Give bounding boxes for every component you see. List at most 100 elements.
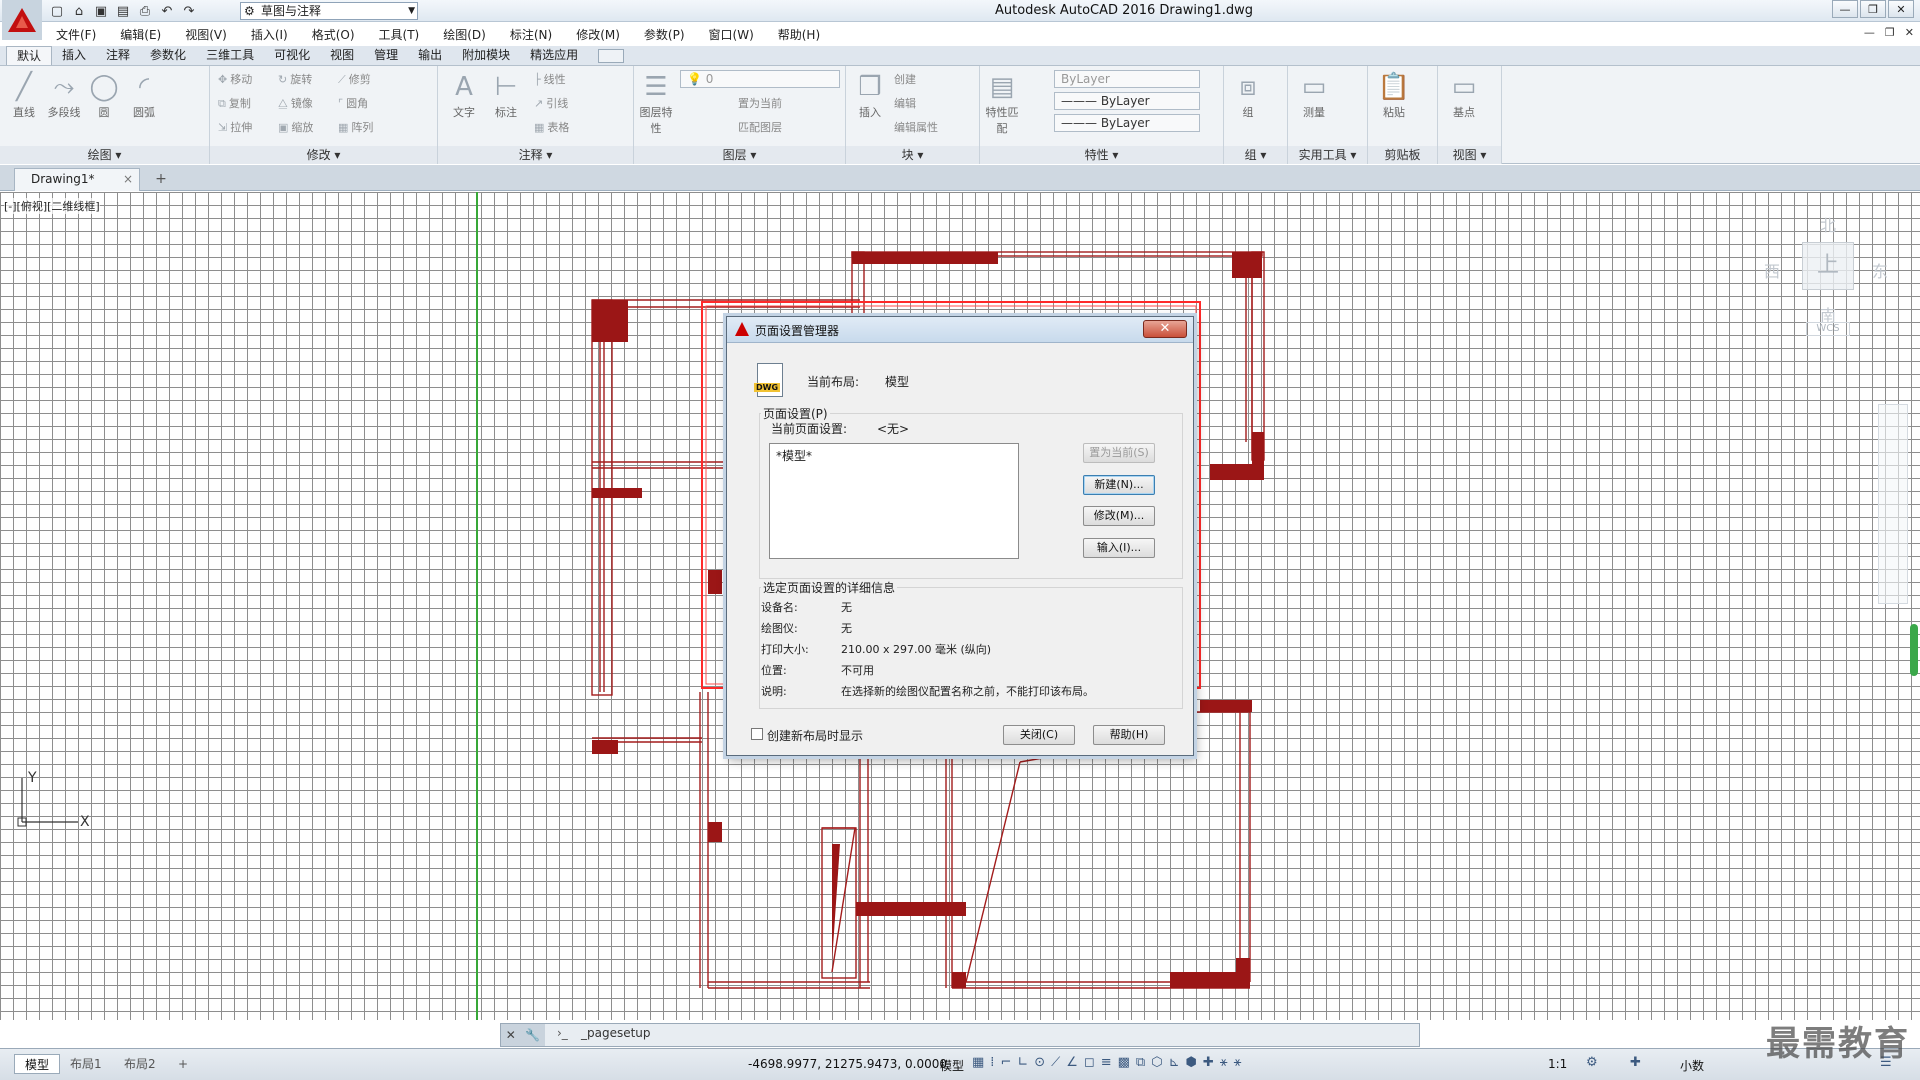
doc-close-icon[interactable]: ✕ xyxy=(1905,26,1914,39)
viewcube-face[interactable]: 上 xyxy=(1802,242,1854,290)
close-button[interactable]: 关闭(C) xyxy=(1003,725,1075,745)
paste-tool[interactable]: 📋 粘贴 xyxy=(1374,70,1414,120)
panel-groups-title[interactable]: 组 ▾ xyxy=(1224,146,1287,164)
units-dropdown[interactable]: 小数 xyxy=(1680,1057,1704,1074)
tab-addins[interactable]: 附加模块 xyxy=(452,46,520,65)
help-button[interactable]: 帮助(H) xyxy=(1093,725,1165,745)
menu-file[interactable]: 文件(F) xyxy=(44,26,108,43)
group-tool[interactable]: ⧈ 组 xyxy=(1228,70,1268,120)
leader-tool[interactable]: ↗ 引线 xyxy=(534,94,568,114)
add-layout-button[interactable]: + xyxy=(168,1054,198,1074)
set-current-button[interactable]: 置为当前(S) xyxy=(1083,443,1155,463)
selection-filter-icon[interactable]: ⬢ xyxy=(1185,1055,1196,1070)
grid-icon[interactable]: ▦ xyxy=(972,1055,984,1070)
menu-insert[interactable]: 插入(I) xyxy=(239,26,300,43)
layer-properties-tool[interactable]: ☰ 图层特性 xyxy=(636,70,676,136)
tab-manage[interactable]: 管理 xyxy=(364,46,408,65)
menu-draw[interactable]: 绘图(D) xyxy=(431,26,498,43)
model-space-toggle[interactable]: 模型 xyxy=(940,1057,964,1074)
tab-featured-apps[interactable]: 精选应用 xyxy=(520,46,588,65)
tab-layout1[interactable]: 布局1 xyxy=(60,1054,112,1074)
panel-view-title[interactable]: 视图 ▾ xyxy=(1438,146,1501,164)
viewcube-north[interactable]: 北 xyxy=(1820,212,1836,236)
create-block-tool[interactable]: 创建 xyxy=(894,70,916,90)
object-snap-icon[interactable]: ◻ xyxy=(1084,1055,1095,1070)
linetype-dropdown[interactable]: ——— ByLayer xyxy=(1054,92,1200,110)
panel-annotation-title[interactable]: 注释 ▾ xyxy=(438,146,633,164)
menu-view[interactable]: 视图(V) xyxy=(173,26,239,43)
lineweight-icon[interactable]: ≡ xyxy=(1101,1055,1112,1070)
panel-utilities-title[interactable]: 实用工具 ▾ xyxy=(1288,146,1367,164)
measure-tool[interactable]: ▭ 测量 xyxy=(1294,70,1334,120)
polyline-tool[interactable]: ⤳ 多段线 xyxy=(44,70,84,120)
show-on-new-layout-label[interactable]: 创建新布局时显示 xyxy=(767,727,863,744)
fillet-tool[interactable]: ⌜ 圆角 xyxy=(338,94,368,114)
modify-button[interactable]: 修改(M)... xyxy=(1083,506,1155,526)
viewcube-east[interactable]: 东 xyxy=(1872,258,1888,282)
page-setup-list-item[interactable]: *模型* xyxy=(776,447,812,464)
viewcube[interactable]: 北 西 东 南 上 WCS xyxy=(1760,202,1890,352)
panel-modify-title[interactable]: 修改 ▾ xyxy=(210,146,437,164)
workspace-dropdown[interactable]: ⚙ 草图与注释 ▼ xyxy=(240,2,418,20)
rotate-tool[interactable]: ↻ 旋转 xyxy=(278,70,312,90)
panel-draw-title[interactable]: 绘图 ▾ xyxy=(0,146,209,164)
infer-icon[interactable]: ⌐ xyxy=(1000,1055,1011,1070)
tab-layout2[interactable]: 布局2 xyxy=(114,1054,166,1074)
application-menu-button[interactable] xyxy=(2,0,42,40)
polar-icon[interactable]: ⊙ xyxy=(1034,1055,1045,1070)
navigation-bar[interactable] xyxy=(1878,404,1908,604)
new-button[interactable]: 新建(N)... xyxy=(1083,475,1155,495)
scale-tool[interactable]: ▣ 缩放 xyxy=(278,118,313,138)
base-point-tool[interactable]: ▭ 基点 xyxy=(1444,70,1484,120)
table-tool[interactable]: ▦ 表格 xyxy=(534,118,569,138)
move-tool[interactable]: ✥ 移动 xyxy=(218,70,252,90)
panel-block-title[interactable]: 块 ▾ xyxy=(846,146,979,164)
tab-insert[interactable]: 插入 xyxy=(52,46,96,65)
close-tab-icon[interactable]: × xyxy=(123,169,133,189)
color-dropdown[interactable]: ByLayer xyxy=(1054,70,1200,88)
ortho-icon[interactable]: ∟ xyxy=(1017,1055,1028,1070)
tab-output[interactable]: 输出 xyxy=(408,46,452,65)
minimize-button[interactable]: — xyxy=(1832,0,1858,18)
save-icon[interactable]: ▣ xyxy=(92,2,110,20)
annotation-scale[interactable]: 1:1 xyxy=(1548,1057,1567,1071)
tab-model[interactable]: 模型 xyxy=(14,1054,61,1074)
dialog-close-button[interactable]: ✕ xyxy=(1143,320,1187,338)
open-file-icon[interactable]: ⌂ xyxy=(70,2,88,20)
layer-dropdown[interactable]: 💡 0 xyxy=(680,70,840,88)
tab-parametric[interactable]: 参数化 xyxy=(140,46,196,65)
close-cmdline-icon[interactable]: ✕ xyxy=(506,1028,516,1042)
tab-3d-tools[interactable]: 三维工具 xyxy=(196,46,264,65)
menu-help[interactable]: 帮助(H) xyxy=(766,26,832,43)
selection-cycling-icon[interactable]: ⧉ xyxy=(1136,1055,1145,1070)
panel-properties-title[interactable]: 特性 ▾ xyxy=(980,146,1223,164)
match-layer-tool[interactable]: 匹配图层 xyxy=(738,118,782,138)
redo-icon[interactable]: ↷ xyxy=(180,2,198,20)
menu-dimension[interactable]: 标注(N) xyxy=(498,26,564,43)
tab-view[interactable]: 视图 xyxy=(320,46,364,65)
object-snap-tracking-icon[interactable]: ∠ xyxy=(1066,1055,1078,1070)
close-window-button[interactable]: ✕ xyxy=(1888,0,1914,18)
command-input[interactable]: _pagesetup xyxy=(581,1026,651,1040)
menu-tools[interactable]: 工具(T) xyxy=(367,26,432,43)
copy-tool[interactable]: ⧉ 复制 xyxy=(218,94,251,114)
linear-tool[interactable]: ├ 线性 xyxy=(534,70,566,90)
annotation-monitor-icon[interactable]: ✚ xyxy=(1630,1055,1641,1070)
command-line[interactable]: ✕ 🔧 ›_ _pagesetup xyxy=(500,1023,1420,1047)
text-tool[interactable]: A 文字 xyxy=(444,70,484,120)
gizmo-icon[interactable]: ✚ xyxy=(1203,1055,1214,1070)
snap-icon[interactable]: ⁞ xyxy=(990,1055,994,1070)
trim-tool[interactable]: ⟋ 修剪 xyxy=(338,70,371,90)
edit-block-tool[interactable]: 编辑 xyxy=(894,94,916,114)
insert-block-tool[interactable]: ❒ 插入 xyxy=(850,70,890,120)
dynamic-ucs-icon[interactable]: ⊾ xyxy=(1169,1055,1180,1070)
print-icon[interactable]: ⎙ xyxy=(136,2,154,20)
panel-clipboard-title[interactable]: 剪贴板 xyxy=(1368,146,1437,164)
vertical-scroll-thumb[interactable] xyxy=(1910,624,1918,676)
menu-edit[interactable]: 编辑(E) xyxy=(108,26,173,43)
save-as-icon[interactable]: ▤ xyxy=(114,2,132,20)
auto-scale-icon[interactable]: ⚹ xyxy=(1234,1055,1242,1070)
menu-modify[interactable]: 修改(M) xyxy=(564,26,632,43)
viewport-controls[interactable]: [-][俯视][二维线框] xyxy=(4,198,100,214)
stretch-tool[interactable]: ⇲ 拉伸 xyxy=(218,118,252,138)
